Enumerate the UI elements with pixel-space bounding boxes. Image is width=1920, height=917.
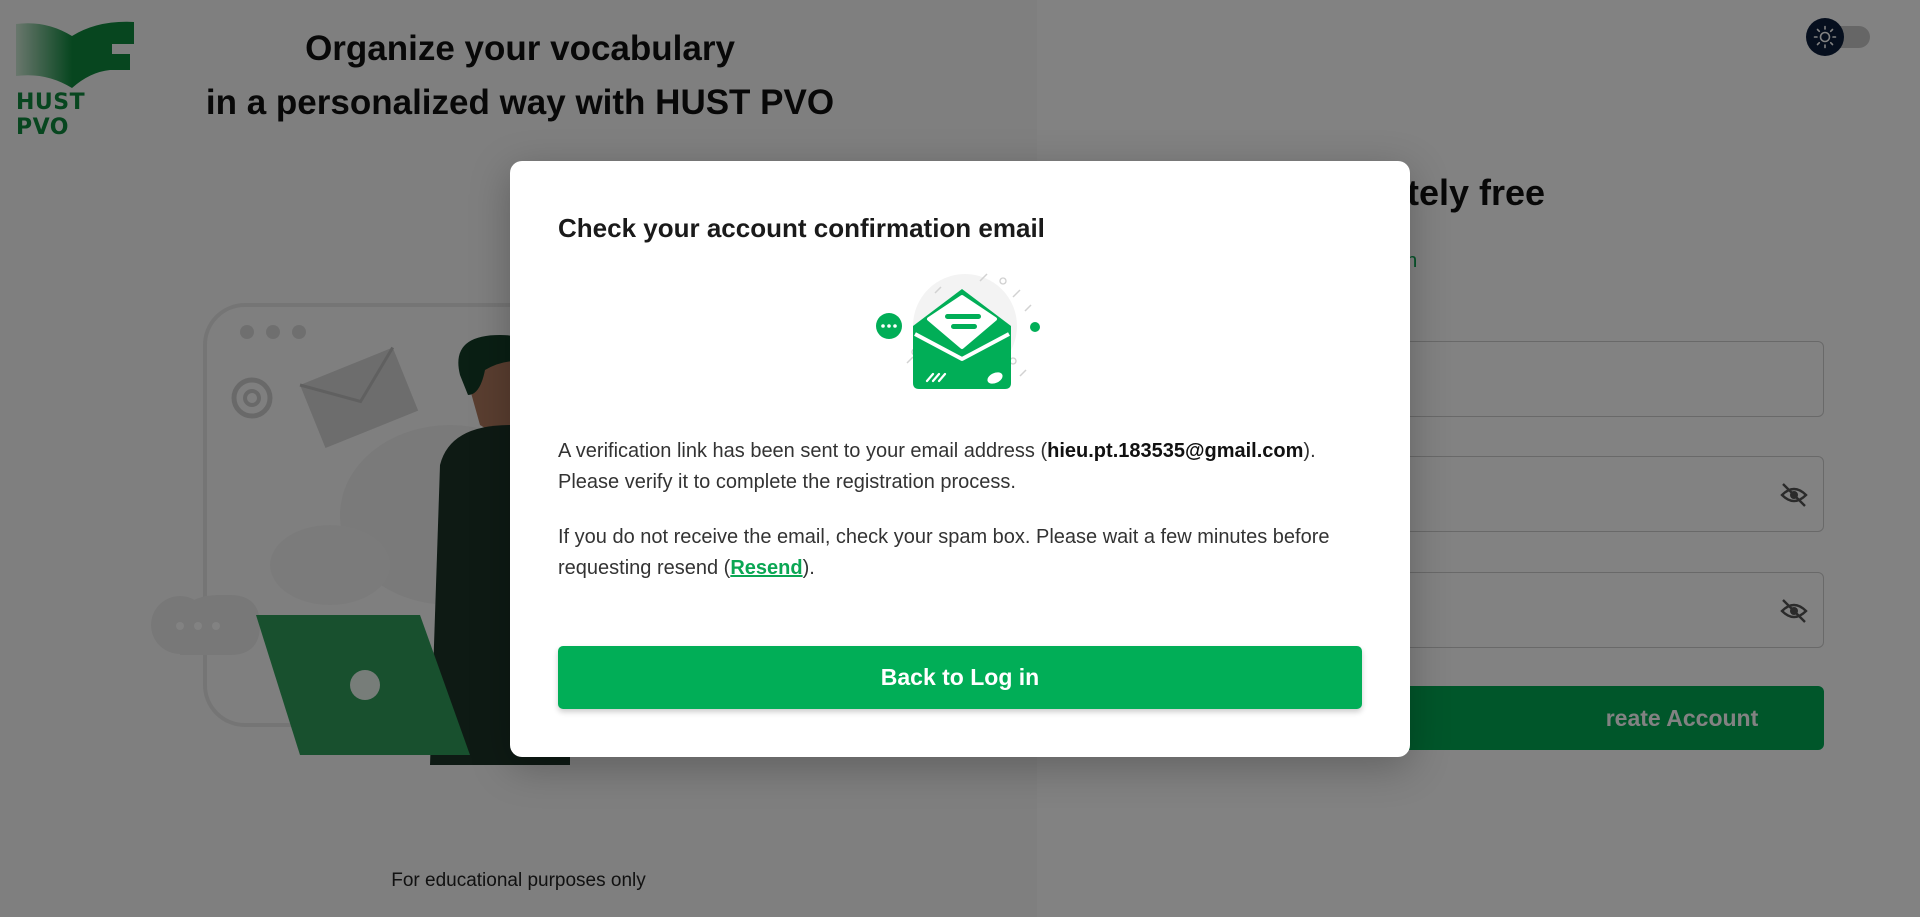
spam-text-prefix: If you do not receive the email, check y… bbox=[558, 526, 1330, 579]
spam-instructions: If you do not receive the email, check y… bbox=[558, 522, 1378, 584]
back-to-login-button[interactable]: Back to Log in bbox=[558, 646, 1362, 709]
verification-text-prefix: A verification link has been sent to you… bbox=[558, 440, 1048, 462]
open-envelope-icon bbox=[876, 273, 1040, 389]
dialog-title: Check your account confirmation email bbox=[558, 213, 1045, 243]
resend-link[interactable]: Resend bbox=[730, 557, 802, 579]
user-email-address: hieu.pt.183535@gmail.com bbox=[1047, 440, 1304, 462]
confirmation-email-dialog: Check your account confirmation email A … bbox=[510, 161, 1410, 757]
verification-message: A verification link has been sent to you… bbox=[558, 436, 1378, 498]
spam-text-suffix: ). bbox=[802, 557, 815, 579]
